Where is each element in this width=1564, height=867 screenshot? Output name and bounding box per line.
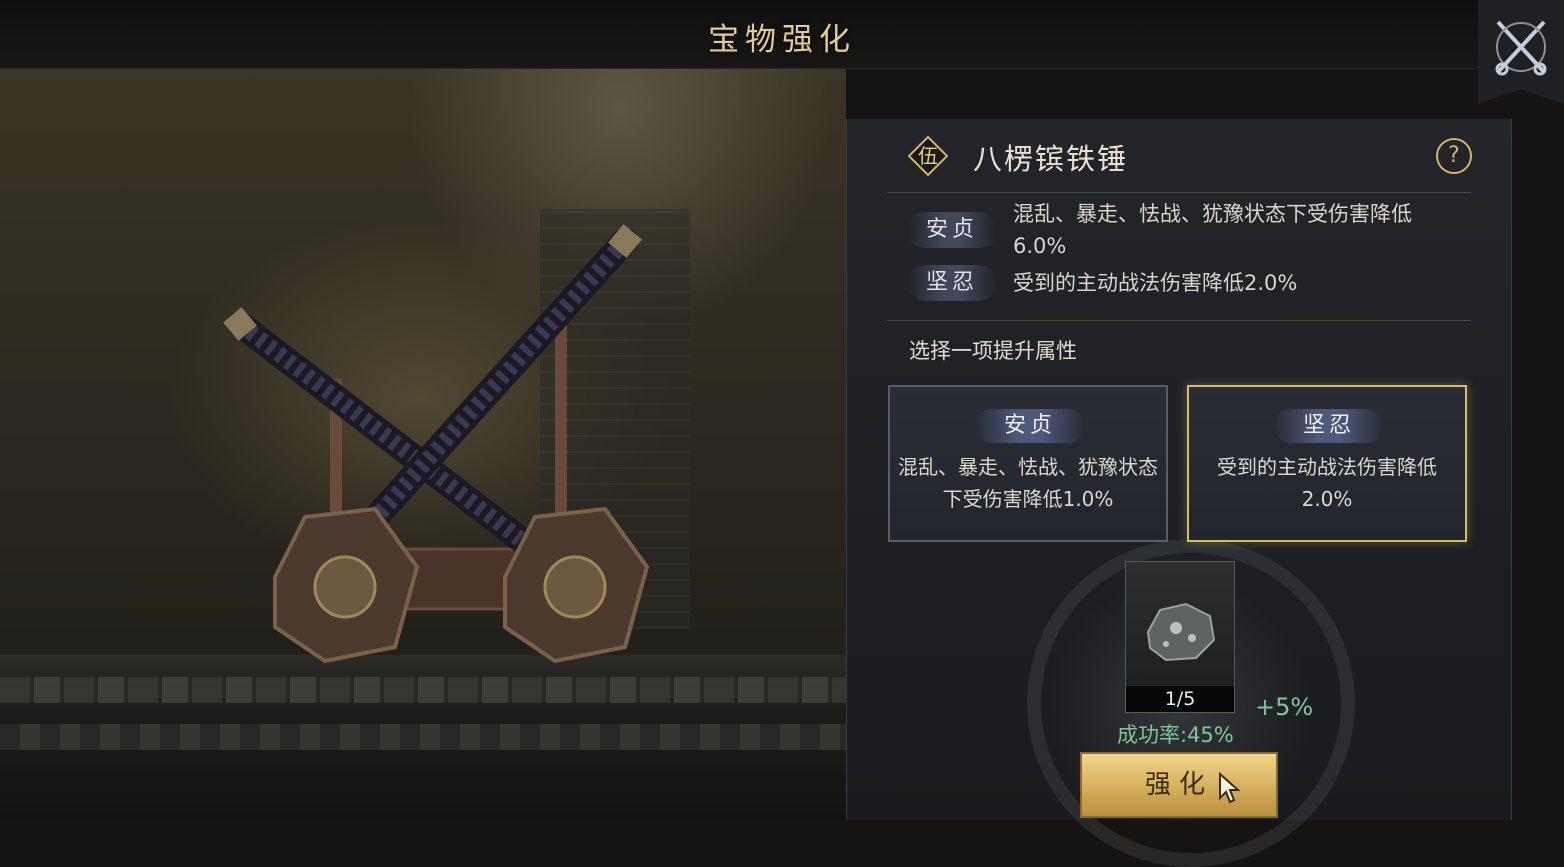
- item-name: 八楞镔铁锤: [973, 142, 1129, 176]
- mace-treasure-image: [223, 224, 650, 664]
- divider-middle: [887, 320, 1471, 321]
- material-slot[interactable]: 1/5: [1125, 561, 1235, 713]
- success-rate: 成功率:45%: [1117, 723, 1234, 747]
- attribute-desc: 受到的主动战法伤害降低2.0%: [1013, 271, 1298, 295]
- option-card-jianren[interactable]: 坚忍 受到的主动战法伤害降低2.0%: [1187, 385, 1467, 542]
- option-card-anzhen[interactable]: 安贞 混乱、暴走、怯战、犹豫状态下受伤害降低1.0%: [888, 385, 1168, 542]
- page-title: 宝物强化: [708, 22, 856, 58]
- option-desc: 受到的主动战法伤害降低2.0%: [1217, 455, 1437, 511]
- close-button[interactable]: [1478, 0, 1564, 104]
- mouse-cursor-icon: [1219, 772, 1240, 804]
- attribute-tag: 坚忍: [907, 265, 997, 301]
- help-button[interactable]: ?: [1436, 138, 1472, 174]
- enhance-button[interactable]: 强化: [1080, 752, 1278, 818]
- success-bonus: +5%: [1255, 693, 1314, 721]
- rank-badge-icon: 伍: [908, 136, 948, 176]
- option-tag: 坚忍: [1274, 409, 1384, 443]
- treasure-display-scene: [0, 69, 846, 820]
- attribute-tag: 安贞: [907, 212, 997, 248]
- material-count: 1/5: [1126, 686, 1234, 712]
- iron-ore-icon: [1146, 602, 1216, 662]
- crossed-swords-icon: [1495, 20, 1547, 76]
- top-bar: 宝物强化: [0, 0, 1564, 69]
- rank-badge-text: 伍: [918, 144, 938, 168]
- select-attribute-label: 选择一项提升属性: [909, 339, 1077, 363]
- divider-top: [887, 192, 1471, 193]
- option-tag: 安贞: [975, 409, 1085, 443]
- option-desc: 混乱、暴走、怯战、犹豫状态下受伤害降低1.0%: [898, 455, 1158, 511]
- enhance-panel: 伍 八楞镔铁锤 ? 安贞 混乱、暴走、怯战、犹豫状态下受伤害降低6.0% 坚忍 …: [846, 119, 1512, 867]
- attribute-desc: 混乱、暴走、怯战、犹豫状态下受伤害降低6.0%: [1013, 202, 1412, 258]
